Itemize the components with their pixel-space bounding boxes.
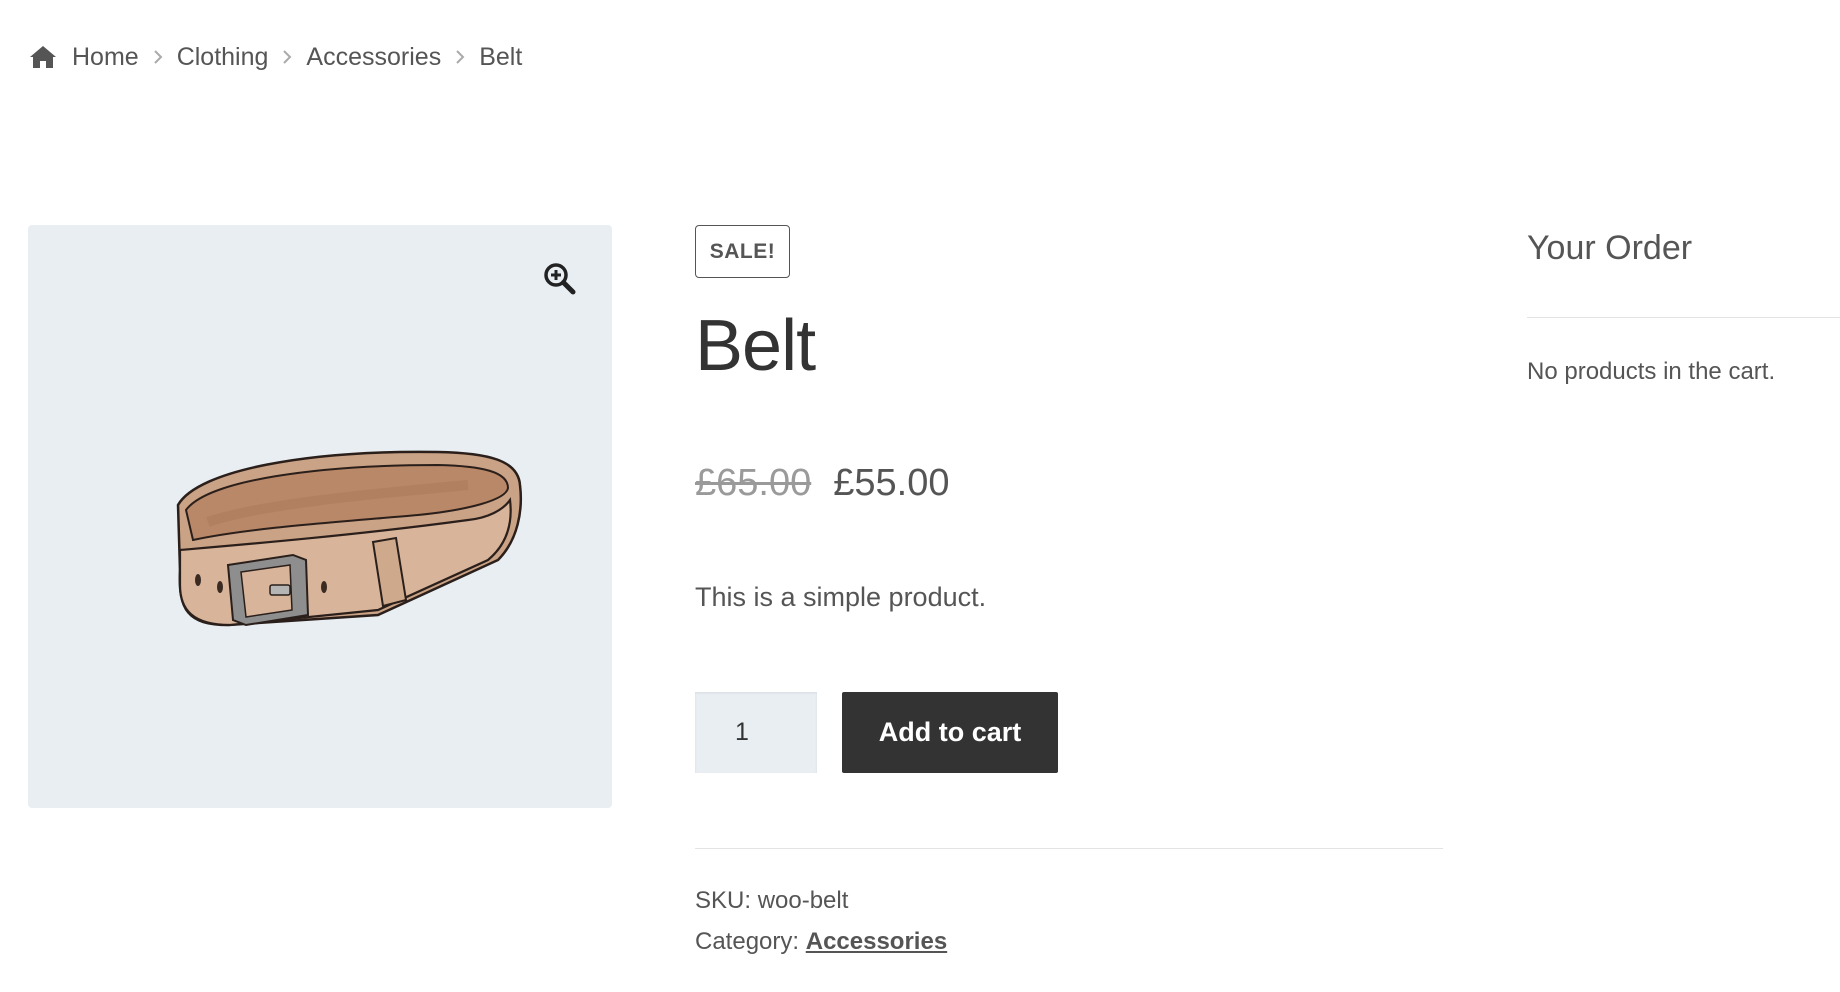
original-price: £65.00 (695, 462, 812, 504)
breadcrumb-home[interactable]: Home (72, 43, 139, 72)
sale-price: £55.00 (833, 462, 950, 504)
product-page: Home Clothing Accessories Belt SALE! Bel… (0, 0, 1840, 992)
zoom-in-icon[interactable] (542, 261, 576, 295)
quantity-input[interactable] (695, 692, 817, 773)
sku-value: woo-belt (757, 887, 849, 914)
category-label: Category: (695, 928, 800, 955)
chevron-right-icon (455, 50, 465, 64)
short-description: This is a simple product. (695, 582, 987, 612)
chevron-right-icon (153, 50, 163, 64)
belt-image (176, 450, 523, 627)
divider (695, 848, 1443, 849)
sidebar-title: Your Order (1527, 229, 1693, 267)
product-gallery[interactable] (28, 225, 612, 808)
sku-row: SKU: woo-belt (695, 880, 947, 921)
category-link[interactable]: Accessories (806, 928, 947, 955)
category-row: Category: Accessories (695, 921, 947, 962)
cart-empty-message: No products in the cart. (1527, 358, 1776, 385)
sale-badge: SALE! (695, 225, 790, 278)
add-to-cart-button[interactable]: Add to cart (842, 692, 1058, 773)
order-sidebar: Your Order No products in the cart. (1527, 225, 1840, 385)
breadcrumb: Home Clothing Accessories Belt (28, 40, 522, 74)
home-icon[interactable] (28, 44, 58, 70)
breadcrumb-clothing[interactable]: Clothing (177, 43, 269, 72)
sku-label: SKU: (695, 887, 752, 914)
product-meta: SKU: woo-belt Category: Accessories (695, 880, 947, 962)
breadcrumb-accessories[interactable]: Accessories (306, 43, 441, 72)
product-price: £65.00 £55.00 (695, 462, 949, 505)
divider (1527, 317, 1840, 318)
breadcrumb-current: Belt (479, 42, 523, 71)
product-title: Belt (695, 306, 816, 386)
chevron-right-icon (282, 50, 292, 64)
